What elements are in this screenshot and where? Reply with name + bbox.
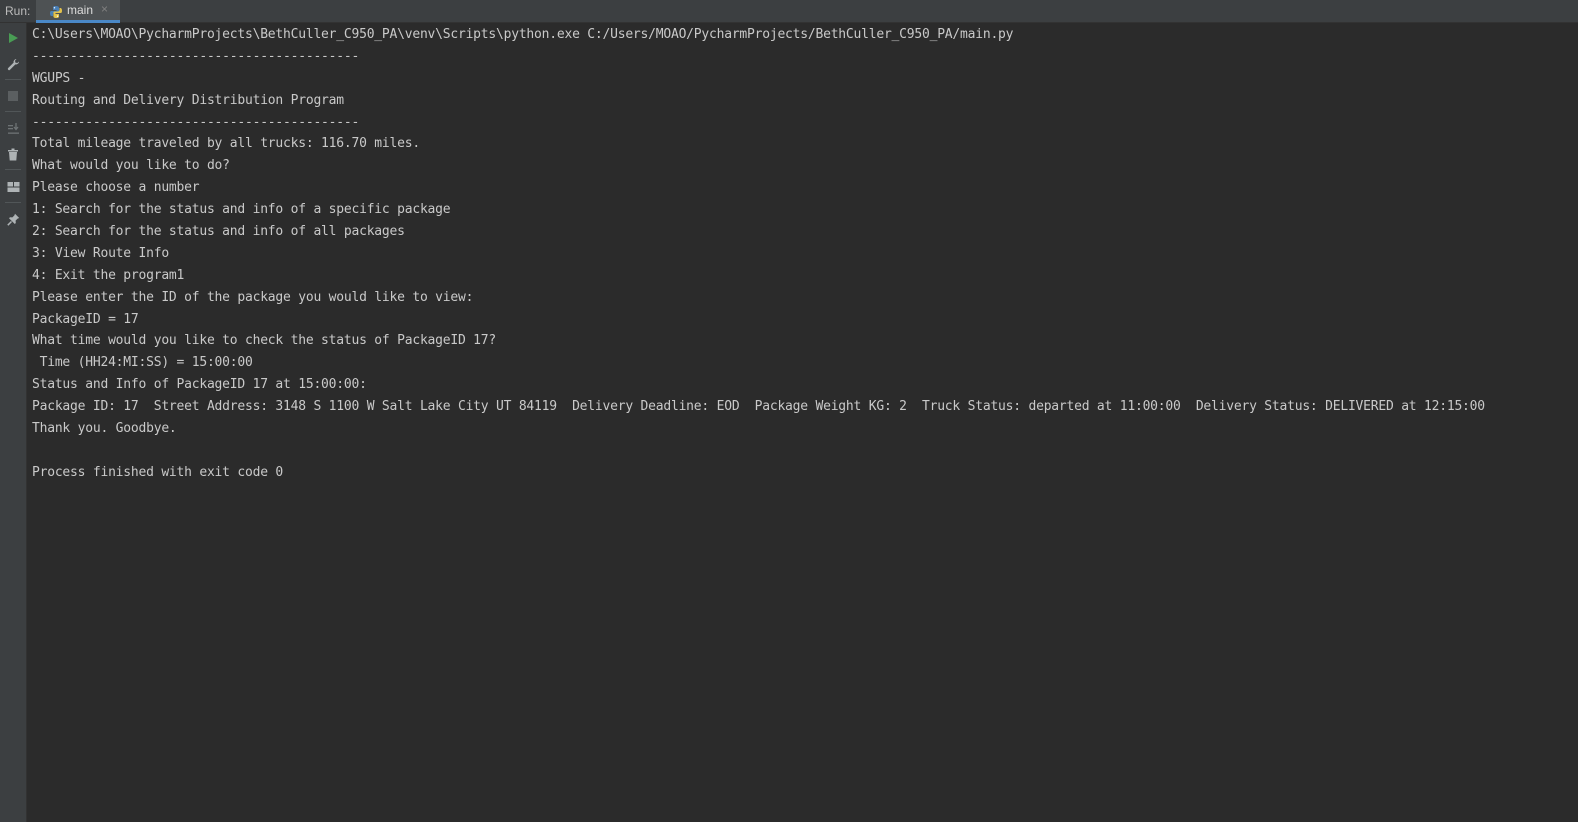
console-line: What would you like to do? — [32, 158, 230, 174]
pin-icon[interactable] — [4, 210, 22, 228]
console-line: Process finished with exit code 0 — [32, 464, 284, 480]
close-icon[interactable]: × — [101, 2, 108, 16]
scroll-to-end-icon[interactable] — [4, 119, 22, 137]
wrench-icon[interactable] — [4, 55, 22, 73]
toolbar-divider — [5, 79, 21, 80]
console-line: Status and Info of PackageID 17 at 15:00… — [32, 377, 367, 393]
console-line: What time would you like to check the st… — [32, 333, 497, 349]
toolbar-divider — [5, 169, 21, 170]
run-label: Run: — [5, 4, 31, 18]
toolbar-divider — [5, 111, 21, 112]
run-header: Run: main × — [0, 0, 1578, 23]
trash-icon[interactable] — [4, 145, 22, 163]
tab-main[interactable]: main × — [36, 0, 120, 23]
stop-icon[interactable] — [4, 87, 22, 105]
python-icon — [49, 4, 63, 18]
console-line: Thank you. Goodbye. — [32, 421, 177, 437]
console-line: Please enter the ID of the package you w… — [32, 289, 474, 305]
tab-main-label: main — [67, 3, 94, 17]
layout-icon[interactable] — [4, 178, 22, 196]
console-line: 4: Exit the program1 — [32, 267, 185, 283]
console-line: Time (HH24:MI:SS) = 15:00:00 — [32, 355, 253, 371]
console-line: ----------------------------------------… — [32, 114, 360, 130]
console-line: Routing and Delivery Distribution Progra… — [32, 92, 344, 108]
console-line: C:\Users\MOAO\PycharmProjects\BethCuller… — [32, 27, 1014, 42]
console-line: 3: View Route Info — [32, 245, 169, 261]
console-line: ----------------------------------------… — [32, 48, 360, 64]
rerun-icon[interactable] — [4, 29, 22, 47]
console-line: 2: Search for the status and info of all… — [32, 224, 405, 240]
console-line: WGUPS - — [32, 70, 86, 86]
console-output[interactable]: C:\Users\MOAO\PycharmProjects\BethCuller… — [32, 24, 1572, 814]
run-tool-window: Run: main × C:\Users\MOAO\PycharmProject… — [0, 0, 1578, 822]
console-line: Total mileage traveled by all trucks: 11… — [32, 136, 420, 152]
toolbar-divider — [5, 202, 21, 203]
console-line: Package ID: 17 Street Address: 3148 S 11… — [32, 399, 1485, 415]
console-scrollbar[interactable] — [1572, 23, 1578, 822]
console-line: 1: Search for the status and info of a s… — [32, 202, 451, 218]
run-toolbar — [0, 23, 27, 822]
console-line: PackageID = 17 — [32, 311, 139, 327]
console-line: Please choose a number — [32, 180, 200, 196]
